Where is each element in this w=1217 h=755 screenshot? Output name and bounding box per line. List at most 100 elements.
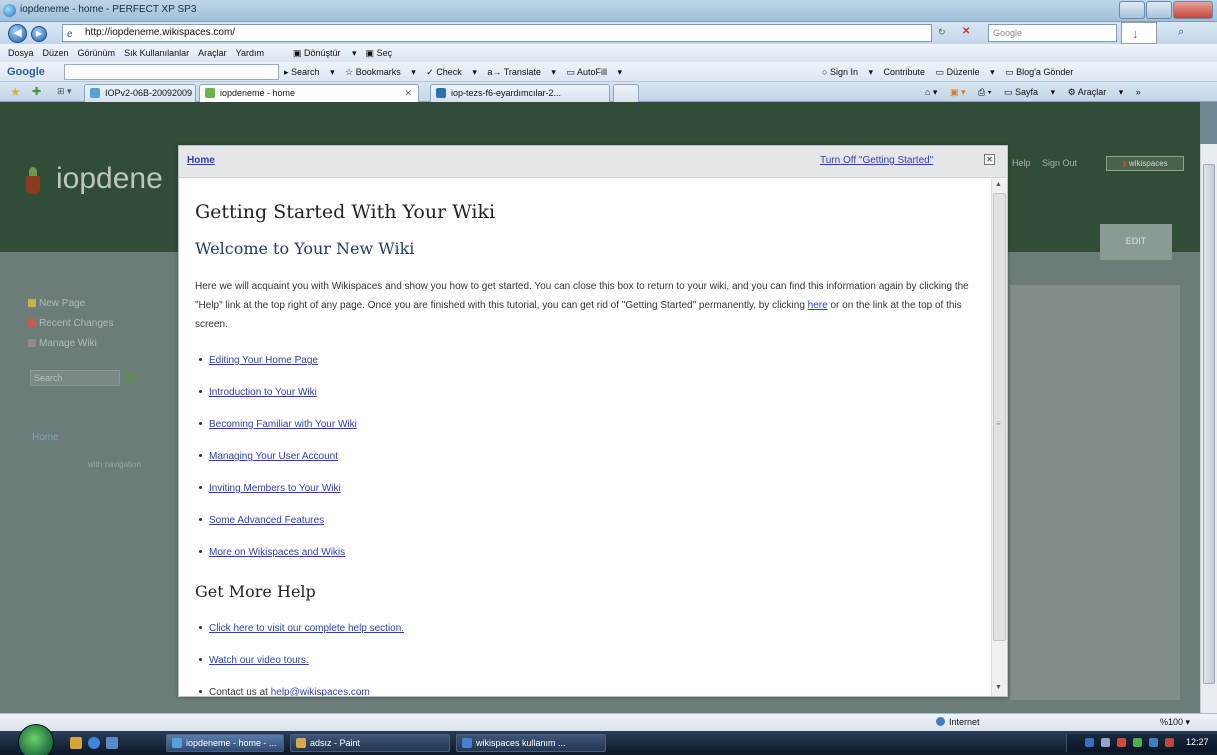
here-link[interactable]: here <box>808 300 828 311</box>
quick-tabs-icon[interactable]: ⊞ ▾ <box>57 86 72 97</box>
close-tab-icon[interactable]: ✕ <box>404 88 412 99</box>
taskbar-button-paint[interactable]: adsız - Paint <box>290 734 450 752</box>
zoom-level[interactable]: %100 ▾ <box>1160 717 1190 728</box>
tools-menu[interactable]: ⚙ Araçlar ▾ <box>1068 87 1124 97</box>
security-zone[interactable]: Internet <box>936 717 980 727</box>
menu-favorites[interactable]: Sık Kullanılanlar <box>124 48 189 58</box>
menu-tools[interactable]: Araçlar <box>198 48 227 58</box>
start-button[interactable] <box>18 724 54 755</box>
minimize-button[interactable] <box>1119 1 1145 19</box>
wiki-search-input[interactable]: Search <box>30 370 120 386</box>
bullet <box>199 390 202 393</box>
clock[interactable]: 12:27 <box>1186 737 1209 747</box>
wikispaces-badge-label: wikispaces <box>1128 159 1168 168</box>
bullet <box>199 626 202 629</box>
introduction-link[interactable]: Introduction to Your Wiki <box>209 387 317 398</box>
menu-help[interactable]: Yardım <box>236 48 264 58</box>
inviting-members-link[interactable]: Inviting Members to Your Wiki <box>209 483 341 494</box>
wikispaces-badge[interactable]: ▮ wikispaces <box>1106 156 1184 171</box>
tray-arrow-icon[interactable] <box>1101 738 1110 747</box>
tray-security-icon[interactable] <box>1165 738 1174 747</box>
tray-app-icon[interactable] <box>1117 738 1126 747</box>
search-go-icon[interactable] <box>126 373 136 383</box>
close-icon[interactable]: ✕ <box>984 154 995 165</box>
menu-edit[interactable]: Düzen <box>43 48 69 58</box>
with-navigation-link[interactable]: with navigation <box>88 460 141 469</box>
back-button[interactable]: ◀ <box>8 24 27 43</box>
favorites-star-icon[interactable]: ★ <box>10 85 21 99</box>
tray-network-icon[interactable] <box>1133 738 1142 747</box>
google-autofill-button[interactable]: ▭ AutoFill ▾ <box>566 67 622 77</box>
sidebar-new-page[interactable]: New Page <box>28 298 168 309</box>
close-window-button[interactable] <box>1173 1 1213 19</box>
page-menu[interactable]: ▭ Sayfa ▾ <box>1004 87 1055 97</box>
new-tab-button[interactable] <box>613 84 639 102</box>
edit-tab[interactable]: EDIT <box>1100 224 1172 260</box>
contribute-button[interactable]: Contribute <box>884 67 926 77</box>
tab-iopdeneme-home[interactable]: iopdeneme - home ✕ <box>199 84 419 102</box>
tab-iopv2[interactable]: IOPv2-06B-20092009 Katılı... <box>84 84 196 102</box>
sidebar-home-link[interactable]: Home <box>32 432 59 443</box>
sidebar-recent-changes[interactable]: Recent Changes <box>28 318 168 329</box>
page-scrollbar[interactable] <box>1200 144 1217 713</box>
becoming-familiar-link[interactable]: Becoming Familiar with Your Wiki <box>209 419 357 430</box>
tray-volume-icon[interactable] <box>1149 738 1158 747</box>
quicklaunch-desktop-icon[interactable] <box>106 737 118 749</box>
modal-scrollbar[interactable]: ▲ ≡ ▼ <box>991 179 1007 696</box>
modal-home-link[interactable]: Home <box>187 155 215 166</box>
turn-off-getting-started-link[interactable]: Turn Off "Getting Started" <box>820 155 933 166</box>
quicklaunch-ie-icon[interactable] <box>88 737 100 749</box>
tray-language-icon[interactable] <box>1085 738 1094 747</box>
scroll-down-arrow-icon[interactable]: ▼ <box>995 684 1002 691</box>
quicklaunch-folder-icon[interactable] <box>70 737 82 749</box>
google-check-button[interactable]: ✓ Check ▾ <box>426 67 477 77</box>
home-icon[interactable]: ⌂ ▾ <box>925 87 937 97</box>
search-input[interactable]: Google <box>988 24 1117 42</box>
addon-button[interactable]: ↓ <box>1121 22 1157 44</box>
help-link[interactable]: Help <box>1012 158 1031 168</box>
taskbar-button-iopdeneme[interactable]: iopdeneme - home - ... <box>166 734 284 752</box>
tab-iop-tezs[interactable]: iop-tezs-f6-eyardımcılar-2... <box>430 84 610 102</box>
sidebar-manage-wiki[interactable]: Manage Wiki <box>28 338 168 349</box>
more-on-wikispaces-link[interactable]: More on Wikispaces and Wikis <box>209 547 345 558</box>
google-bookmarks-button[interactable]: ☆ Bookmarks ▾ <box>345 67 416 77</box>
add-favorites-icon[interactable]: ✚ <box>32 85 41 98</box>
google-translate-button[interactable]: a→ Translate ▾ <box>487 67 556 77</box>
google-search-button[interactable]: ▸ Search ▾ <box>284 67 335 77</box>
scroll-up-arrow-icon[interactable]: ▲ <box>995 181 1002 188</box>
url-input[interactable]: e http://iopdeneme.wikispaces.com/ <box>62 24 932 42</box>
sign-out-link[interactable]: Sign Out <box>1042 158 1077 168</box>
wiki-name[interactable]: iopdene <box>56 162 163 196</box>
print-icon[interactable]: ⎙ ▾ <box>978 87 991 97</box>
page-menu-label: Sayfa <box>1015 87 1039 97</box>
stop-icon[interactable]: ✕ <box>962 26 970 37</box>
advanced-features-link[interactable]: Some Advanced Features <box>209 515 324 526</box>
sidebar-label: Manage Wiki <box>39 338 97 349</box>
menu-file[interactable]: Dosya <box>8 48 34 58</box>
help-email-link[interactable]: help@wikispaces.com <box>271 687 370 696</box>
taskbar-button-word[interactable]: wikispaces kullanım ... <box>456 734 606 752</box>
google-logo: Google <box>7 66 45 78</box>
forward-button[interactable]: ▶ <box>31 26 47 42</box>
edit-button[interactable]: ▭ Düzenle ▾ <box>936 67 995 77</box>
search-go-icon[interactable]: ⌕ <box>1178 26 1184 39</box>
maximize-button[interactable] <box>1146 1 1172 19</box>
zone-label: Internet <box>949 717 980 727</box>
blog-post-button[interactable]: ▭ Blog'a Gönder <box>1005 67 1081 77</box>
google-search-input[interactable] <box>64 64 279 80</box>
managing-account-link[interactable]: Managing Your User Account <box>209 451 338 462</box>
sign-in-button[interactable]: ○ Sign In ▾ <box>822 67 873 77</box>
editing-home-page-link[interactable]: Editing Your Home Page <box>209 355 318 366</box>
page-scrollbar-thumb[interactable] <box>1203 164 1215 684</box>
menu-convert[interactable]: ▣ Dönüştür ▾ <box>293 48 357 59</box>
menu-select[interactable]: ▣ Seç <box>366 48 402 59</box>
more-icon[interactable]: » <box>1136 87 1141 97</box>
video-tours-link[interactable]: Watch our video tours. <box>209 655 309 666</box>
help-section-link[interactable]: Click here to visit our complete help se… <box>209 623 404 634</box>
wikispaces-badge-icon: ▮ <box>1122 159 1127 168</box>
feeds-icon[interactable]: ▣ ▾ <box>950 87 966 97</box>
menu-view[interactable]: Görünüm <box>78 48 116 58</box>
windows-taskbar: iopdeneme - home - ... adsız - Paint wik… <box>0 724 1217 755</box>
modal-scrollbar-thumb[interactable] <box>993 193 1006 641</box>
refresh-icon[interactable]: ↻ <box>938 27 946 38</box>
